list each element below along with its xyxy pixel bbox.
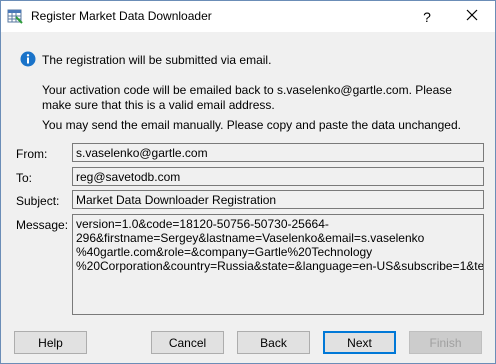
message-line: 296&firstname=Sergey&lastname=Vaselenko&… [76,231,425,245]
dialog-content: The registration will be submitted via e… [1,32,495,363]
to-label: To: [16,171,33,185]
help-button[interactable]: Help [14,331,87,354]
title-close-button[interactable] [449,1,495,32]
message-field[interactable]: version=1.0&code=18120-50756-50730-25664… [72,214,484,315]
subject-label: Subject: [16,194,60,208]
info-manual-text: You may send the email manually. Please … [42,118,461,132]
message-label: Message: [16,218,69,232]
finish-button[interactable]: Finish [409,331,482,354]
next-button[interactable]: Next [323,331,396,354]
message-line: %20Corporation&country=Russia&state=&lan… [76,259,484,273]
cancel-button[interactable]: Cancel [151,331,224,354]
info-line-1: The registration will be submitted via e… [42,53,272,67]
from-label: From: [16,147,48,161]
window-title: Register Market Data Downloader [31,9,212,23]
title-bar: Register Market Data Downloader ? [1,1,495,32]
info-activation-text: Your activation code will be emailed bac… [42,83,452,112]
subject-field[interactable]: Market Data Downloader Registration [72,190,484,209]
register-dialog: Register Market Data Downloader ? The re… [0,0,496,364]
to-field[interactable]: reg@savetodb.com [72,167,484,186]
title-help-button[interactable]: ? [404,1,450,32]
spreadsheet-app-icon [7,8,23,24]
message-line: %40gartle.com&role=&company=Gartle%20Tec… [76,245,373,259]
info-icon [20,51,36,67]
close-icon [466,9,478,24]
from-field[interactable]: s.vaselenko@gartle.com [72,143,484,162]
message-line: version=1.0&code=18120-50756-50730-25664… [76,217,329,231]
back-button[interactable]: Back [237,331,310,354]
help-glyph: ? [423,8,431,25]
